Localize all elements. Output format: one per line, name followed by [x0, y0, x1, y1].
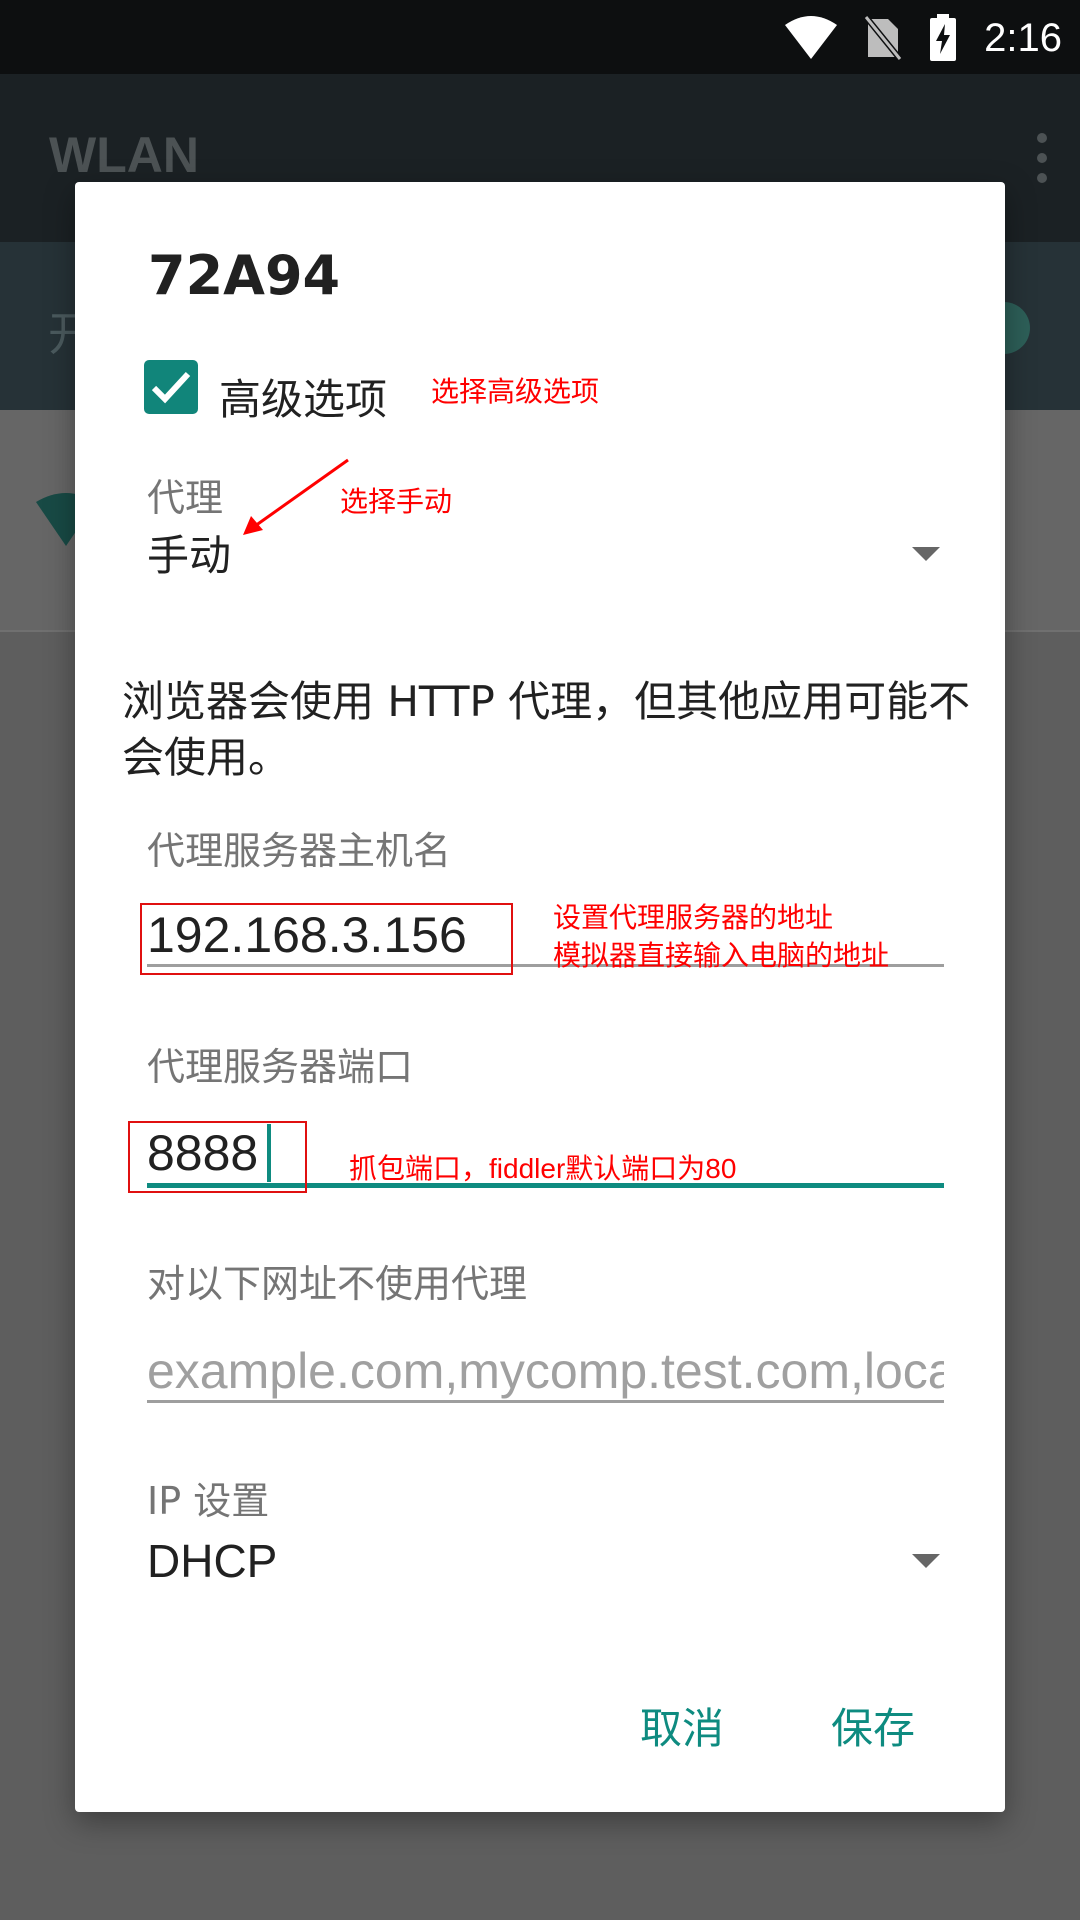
ip-settings-select-value[interactable]: DHCP — [147, 1534, 277, 1588]
bypass-label: 对以下网址不使用代理 — [147, 1262, 528, 1306]
status-time: 2:16 — [984, 15, 1062, 60]
annotation-arrow-icon — [243, 458, 349, 535]
proxy-label: 代理 — [147, 476, 224, 520]
wifi-icon — [785, 16, 838, 59]
bypass-input[interactable]: example.com,mycomp.test.com,localhost — [147, 1342, 944, 1403]
proxy-dropdown-arrow-icon[interactable] — [912, 547, 940, 561]
annotation-host-line2: 模拟器直接输入电脑的地址 — [553, 940, 890, 971]
no-sim-icon — [864, 15, 903, 61]
annotation-port-box — [128, 1121, 307, 1193]
dialog-title: 72A94 — [148, 244, 341, 307]
hostname-label: 代理服务器主机名 — [147, 829, 452, 873]
annotation-host-line1: 设置代理服务器的地址 — [553, 902, 834, 933]
cancel-button[interactable]: 取消 — [640, 1695, 724, 1756]
save-button[interactable]: 保存 — [831, 1695, 915, 1756]
port-label: 代理服务器端口 — [147, 1045, 414, 1089]
ip-settings-label: IP 设置 — [147, 1479, 270, 1523]
bypass-input-placeholder: example.com,mycomp.test.com,localhost — [147, 1343, 944, 1399]
ip-settings-dropdown-arrow-icon[interactable] — [912, 1554, 940, 1568]
screen: 2:16 WLAN 开 72A94 高级选项 选择高级选项 代理 手动 选择手动… — [0, 0, 1080, 1920]
checkmark-icon — [151, 371, 191, 404]
advanced-options-label[interactable]: 高级选项 — [219, 366, 387, 427]
status-bar: 2:16 — [0, 0, 1080, 74]
overflow-menu-icon[interactable] — [1034, 132, 1050, 184]
proxy-notice-text: 浏览器会使用 HTTP 代理，但其他应用可能不会使用。 — [122, 677, 971, 782]
status-icons: 2:16 — [784, 10, 1062, 66]
annotation-port: 抓包端口，fiddler默认端口为80 — [349, 1153, 737, 1184]
annotation-advanced: 选择高级选项 — [431, 376, 600, 407]
proxy-select-value[interactable]: 手动 — [147, 522, 231, 583]
app-title: WLAN — [49, 127, 199, 183]
advanced-options-checkbox[interactable] — [144, 360, 198, 414]
wifi-config-dialog: 72A94 高级选项 选择高级选项 代理 手动 选择手动 浏览器会使用 HTTP… — [75, 182, 1005, 1812]
annotation-hostname-box — [140, 903, 513, 975]
annotation-manual: 选择手动 — [340, 486, 453, 517]
battery-charging-icon — [930, 14, 957, 61]
